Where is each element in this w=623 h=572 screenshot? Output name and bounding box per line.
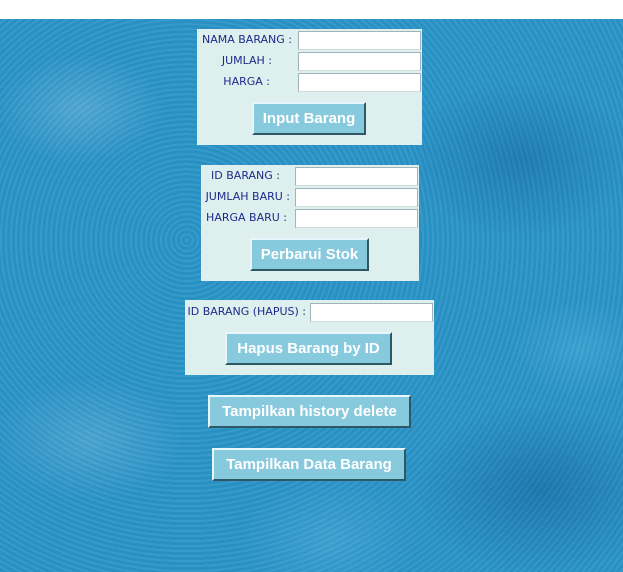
id-barang-hapus-input[interactable] xyxy=(310,303,433,322)
jumlah-input[interactable] xyxy=(298,52,421,71)
jumlah-label: JUMLAH : xyxy=(221,54,272,67)
id-barang-input[interactable] xyxy=(295,167,418,186)
perbarui-stok-button[interactable]: Perbarui Stok xyxy=(250,238,369,271)
nama-barang-label: NAMA BARANG : xyxy=(201,33,292,46)
harga-label: HARGA : xyxy=(223,75,270,88)
input-barang-button[interactable]: Input Barang xyxy=(252,102,366,135)
harga-input[interactable] xyxy=(298,73,421,92)
hapus-barang-button[interactable]: Hapus Barang by ID xyxy=(225,332,392,365)
harga-baru-input[interactable] xyxy=(295,209,418,228)
jumlah-baru-input[interactable] xyxy=(295,188,418,207)
id-barang-label: ID BARANG : xyxy=(211,169,280,182)
nama-barang-input[interactable] xyxy=(298,31,421,50)
harga-baru-label: HARGA BARU : xyxy=(206,211,287,224)
id-barang-hapus-label: ID BARANG (HAPUS) : xyxy=(187,305,306,318)
tampilkan-data-barang-button[interactable]: Tampilkan Data Barang xyxy=(212,448,406,481)
tampilkan-history-delete-button[interactable]: Tampilkan history delete xyxy=(208,395,411,428)
jumlah-baru-label: JUMLAH BARU : xyxy=(205,190,290,203)
